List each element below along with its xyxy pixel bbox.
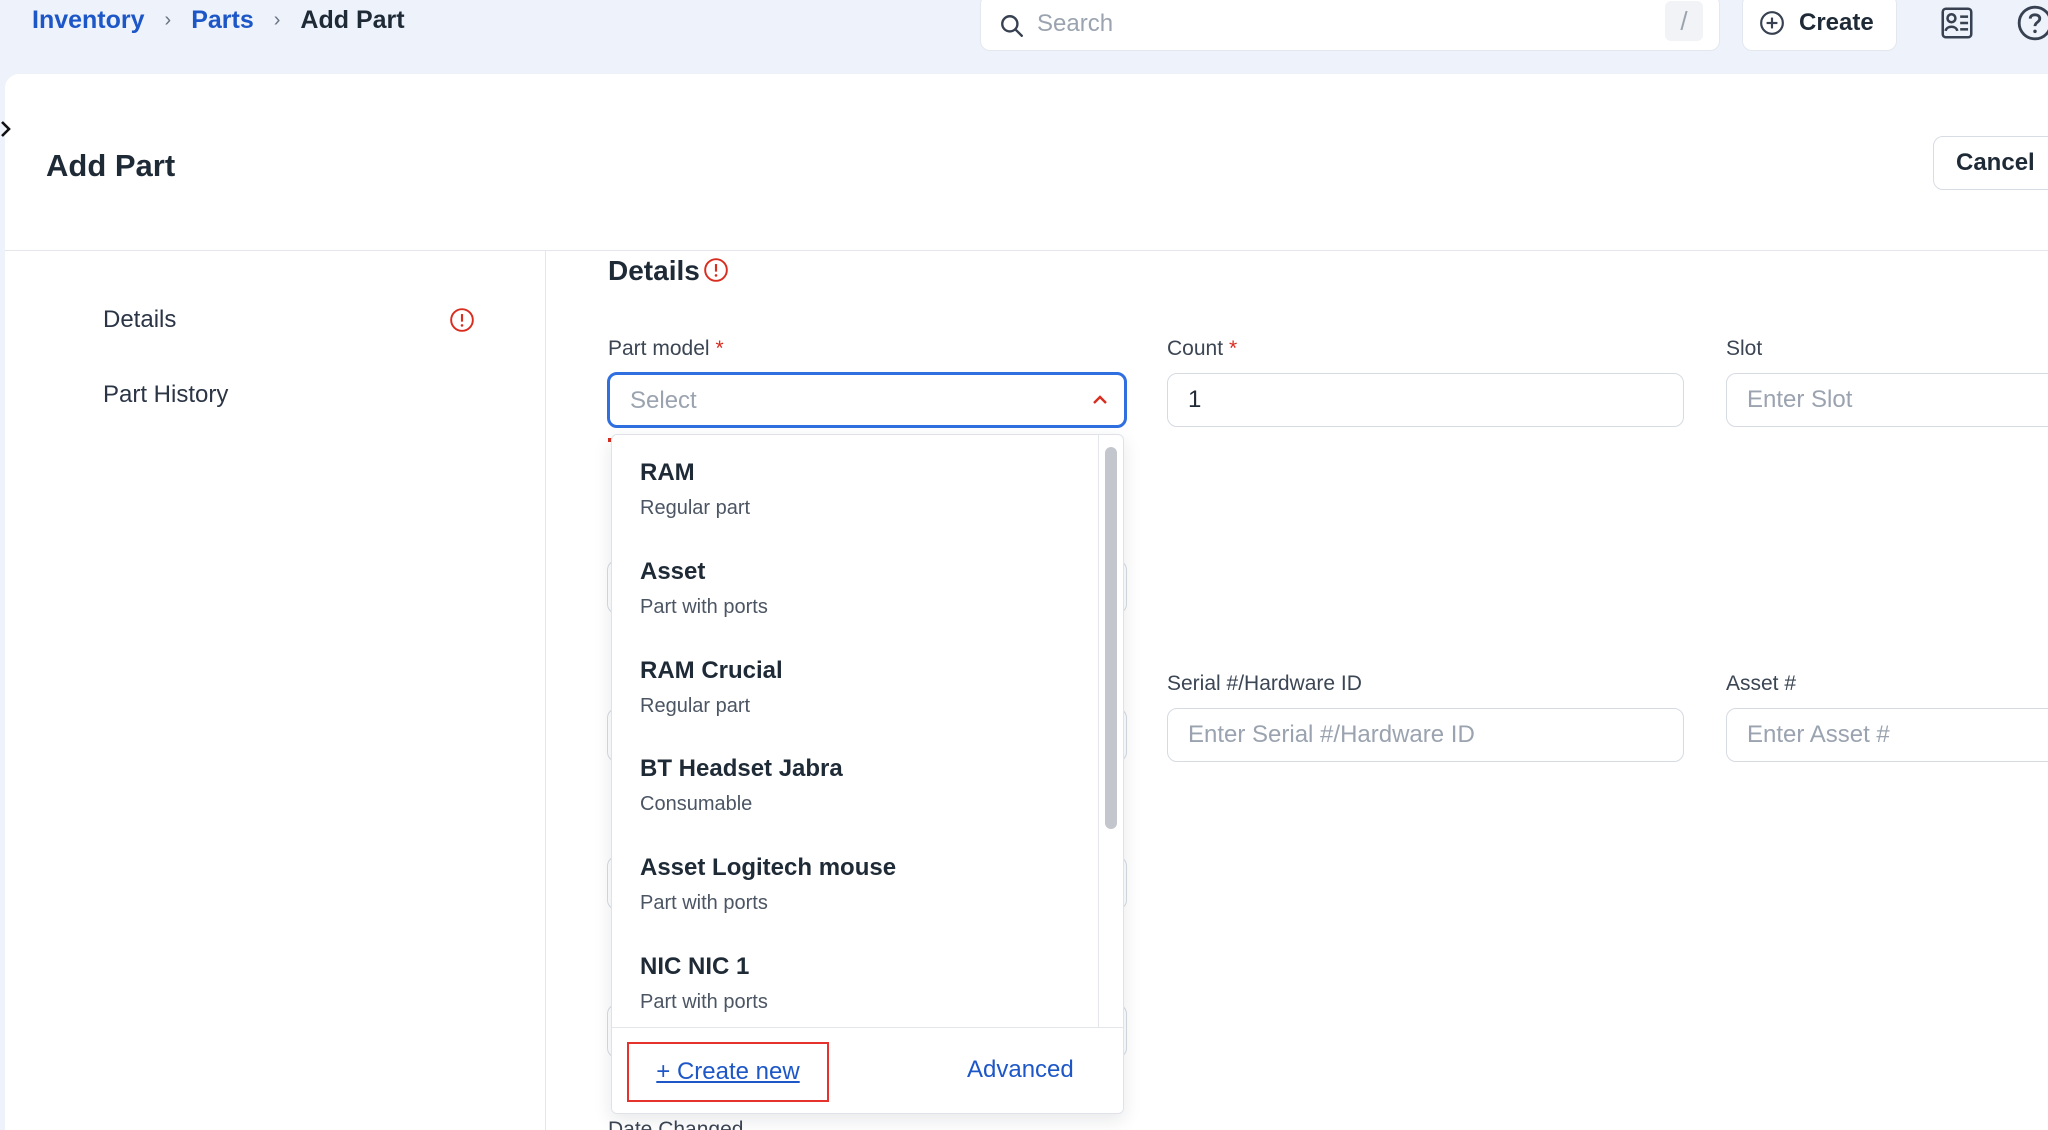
chevron-right-icon: › xyxy=(164,9,172,31)
part-model-select[interactable]: Select xyxy=(607,372,1127,428)
slot-label: Slot xyxy=(1726,337,1763,360)
option-name: Asset Logitech mouse xyxy=(640,854,897,881)
serial-label: Serial #/Hardware ID xyxy=(1167,672,1362,695)
sidebar-divider xyxy=(545,251,546,1130)
create-button[interactable]: Create xyxy=(1742,0,1897,51)
dropdown-option[interactable]: Asset Logitech mouse Part with ports xyxy=(640,854,896,915)
header-divider xyxy=(5,250,2048,251)
slot-input[interactable]: Enter Slot xyxy=(1726,373,2048,427)
breadcrumb-parts[interactable]: Parts xyxy=(191,6,254,35)
breadcrumb: Inventory › Parts › Add Part xyxy=(32,6,405,35)
serial-input[interactable]: Enter Serial #/Hardware ID xyxy=(1167,708,1684,762)
warning-icon xyxy=(704,258,728,282)
advanced-link[interactable]: Advanced xyxy=(967,1056,1074,1084)
option-type: Part with ports xyxy=(640,991,768,1013)
option-type: Regular part xyxy=(640,695,751,717)
search-icon xyxy=(1001,15,1023,37)
dropdown-option[interactable]: RAM Crucial Regular part xyxy=(640,657,783,718)
count-label: Count * xyxy=(1167,337,1237,361)
required-marker: * xyxy=(715,337,724,360)
asset-label: Asset # xyxy=(1726,672,1797,695)
dropdown-option[interactable]: Asset Part with ports xyxy=(640,558,768,619)
part-model-label: Part model * xyxy=(608,337,724,361)
option-name: RAM Crucial xyxy=(640,657,783,684)
sidebar-item-part-history[interactable]: Part History xyxy=(103,381,228,409)
required-marker: * xyxy=(1229,337,1238,360)
contacts-icon[interactable] xyxy=(1938,4,1976,42)
top-bar: Inventory › Parts › Add Part Search / Cr… xyxy=(0,0,2048,74)
option-type: Part with ports xyxy=(640,596,768,618)
part-model-dropdown: RAM Regular part Asset Part with ports R… xyxy=(611,434,1124,1114)
part-model-placeholder: Select xyxy=(630,387,697,414)
sidebar-item-details[interactable]: Details xyxy=(103,306,176,334)
page-title: Add Part xyxy=(46,148,176,183)
breadcrumb-current: Add Part xyxy=(300,6,405,34)
asset-input[interactable]: Enter Asset # xyxy=(1726,708,2048,762)
warning-icon xyxy=(450,308,474,332)
scrollbar-thumb[interactable] xyxy=(1105,447,1117,829)
create-new-link[interactable]: + Create new xyxy=(627,1042,829,1102)
chevron-up-icon xyxy=(1093,395,1107,404)
expand-sidebar-icon[interactable] xyxy=(0,118,14,140)
option-name: NIC NIC 1 xyxy=(640,953,750,980)
search-input[interactable]: Search / xyxy=(980,0,1720,51)
date-changed-label: Date Changed xyxy=(608,1118,744,1130)
option-type: Consumable xyxy=(640,793,753,815)
count-input[interactable]: 1 xyxy=(1167,373,1684,427)
option-type: Regular part xyxy=(640,497,751,519)
help-icon[interactable] xyxy=(2016,4,2048,42)
section-title: Details xyxy=(608,255,700,286)
option-name: BT Headset Jabra xyxy=(640,755,843,782)
dropdown-list[interactable]: RAM Regular part Asset Part with ports R… xyxy=(612,435,1102,1027)
option-type: Part with ports xyxy=(640,892,768,914)
option-name: Asset xyxy=(640,558,706,585)
dropdown-footer: + Create new Advanced xyxy=(612,1027,1123,1113)
dropdown-option[interactable]: NIC NIC 1 Part with ports xyxy=(640,953,768,1014)
chevron-right-icon: › xyxy=(273,9,281,31)
plus-circle-icon xyxy=(1760,10,1784,35)
breadcrumb-inventory[interactable]: Inventory xyxy=(32,6,145,35)
dropdown-option[interactable]: BT Headset Jabra Consumable xyxy=(640,755,843,816)
option-name: RAM xyxy=(640,459,695,486)
create-button-label: Create xyxy=(1799,8,1874,36)
cancel-button[interactable]: Cancel xyxy=(1933,136,2048,190)
search-placeholder: Search xyxy=(1037,10,1114,37)
part-model-label-text: Part model xyxy=(608,337,710,360)
dropdown-option[interactable]: RAM Regular part xyxy=(640,459,750,520)
search-shortcut-key: / xyxy=(1665,1,1703,41)
scrollbar-track xyxy=(1098,435,1099,1027)
count-label-text: Count xyxy=(1167,337,1224,360)
